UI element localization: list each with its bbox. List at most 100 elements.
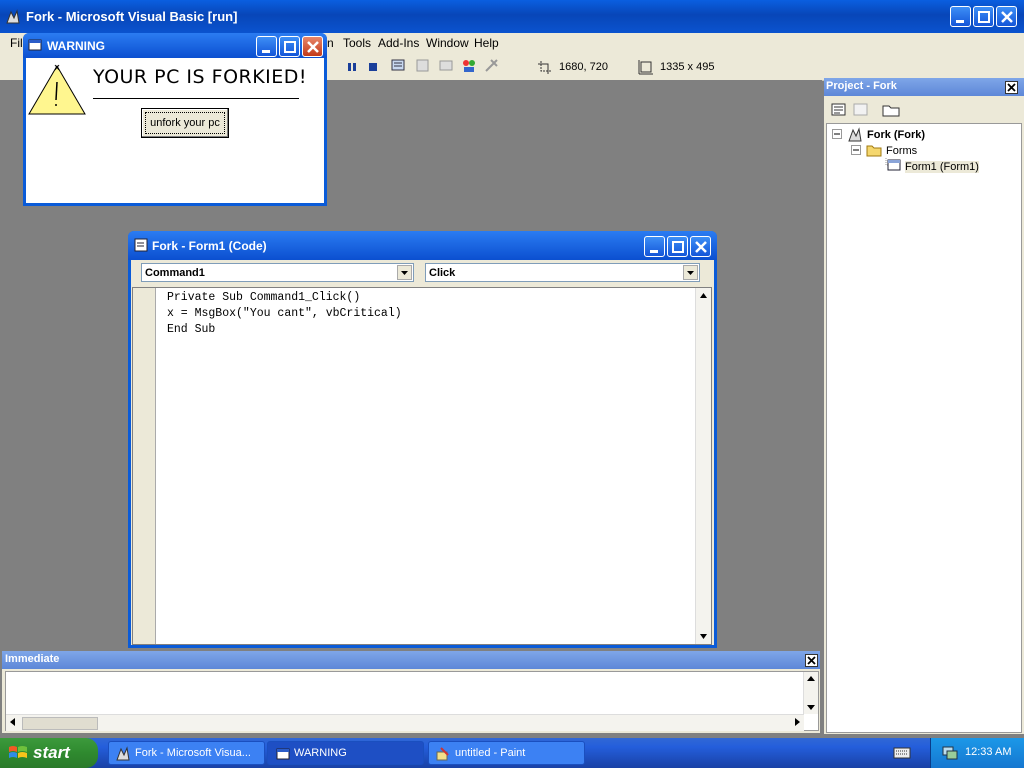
maximize-icon: [284, 41, 296, 53]
task-vb[interactable]: Fork - Microsoft Visua...: [108, 741, 265, 765]
object-browser-icon[interactable]: [460, 57, 478, 75]
close-button[interactable]: [996, 6, 1017, 27]
project-close-button[interactable]: [1005, 81, 1018, 94]
scroll-right-icon[interactable]: [790, 715, 804, 729]
pause-icon[interactable]: [346, 61, 358, 73]
view-object-icon[interactable]: [853, 102, 869, 118]
project-tree: Fork (Fork) Forms Form1 (Form1): [826, 123, 1022, 733]
scroll-up-icon[interactable]: [696, 288, 711, 303]
margin-indicator-bar[interactable]: [133, 288, 156, 644]
network-icon[interactable]: [941, 745, 959, 761]
menu-help[interactable]: Help: [474, 36, 499, 50]
project-icon: [848, 127, 862, 142]
maximize-button[interactable]: [973, 6, 994, 27]
code-line[interactable]: End Sub: [167, 323, 215, 336]
size-icon: [638, 60, 653, 75]
code-maximize-button[interactable]: [667, 236, 688, 257]
menu-file[interactable]: Fil: [10, 36, 23, 50]
toolbox-icon[interactable]: [483, 57, 501, 75]
view-code-icon[interactable]: [831, 102, 847, 118]
minimize-icon: [650, 250, 658, 253]
scroll-thumb[interactable]: [22, 717, 98, 730]
object-combo-value: Command1: [145, 267, 205, 279]
close-icon: [695, 241, 707, 253]
project-header: Project - Fork: [824, 78, 1024, 96]
minimize-button[interactable]: [950, 6, 971, 27]
procedure-combo-arrow[interactable]: [683, 265, 698, 280]
form-icon: [28, 39, 42, 51]
menu-add-ins[interactable]: Add-Ins: [378, 36, 419, 50]
unfork-button-label: unfork your pc: [145, 112, 225, 134]
immediate-close-button[interactable]: [805, 654, 818, 667]
code-form-icon: [134, 238, 148, 252]
position-readout: 1680, 720: [559, 61, 608, 73]
task-warning[interactable]: WARNING: [267, 741, 424, 765]
menu-window[interactable]: Window: [426, 36, 469, 50]
taskbar: start Fork - Microsoft Visua... WARNING …: [0, 738, 1024, 768]
close-icon: [1007, 83, 1016, 92]
form-icon: [887, 159, 901, 171]
immediate-input[interactable]: [5, 671, 819, 731]
maximize-icon: [978, 11, 990, 23]
scroll-down-icon[interactable]: [804, 700, 818, 714]
close-icon: [1001, 11, 1013, 23]
procedure-combo-value: Click: [429, 267, 456, 279]
scroll-left-icon[interactable]: [6, 715, 20, 729]
keyboard-icon[interactable]: [893, 746, 911, 760]
object-combo[interactable]: Command1: [141, 263, 414, 282]
main-window-title: Fork - Microsoft Visual Basic [run]: [26, 9, 238, 24]
warning-maximize-button[interactable]: [279, 36, 300, 57]
code-line[interactable]: Private Sub Command1_Click(): [167, 291, 360, 304]
code-editor[interactable]: Private Sub Command1_Click() x = MsgBox(…: [132, 287, 712, 645]
code-window-body: Command1 Click Private Sub Command1_Clic…: [131, 260, 714, 645]
task-paint-label: untitled - Paint: [455, 747, 526, 759]
code-line[interactable]: x = MsgBox("You cant", vbCritical): [167, 307, 402, 320]
warning-divider-line: [93, 98, 299, 99]
project-explorer: Project - Fork Fork (Fork) Forms Form1 (…: [824, 78, 1024, 734]
warning-title-bar[interactable]: WARNING: [23, 33, 327, 58]
tree-item-form1[interactable]: Form1 (Form1): [905, 161, 979, 173]
vb-app-icon: [6, 9, 20, 24]
scroll-down-icon[interactable]: [696, 629, 711, 644]
warning-minimize-button[interactable]: [256, 36, 277, 57]
warning-close-button[interactable]: [302, 36, 323, 57]
immediate-vertical-scrollbar[interactable]: [803, 672, 818, 714]
code-close-button[interactable]: [690, 236, 711, 257]
tree-item-project[interactable]: Fork (Fork): [867, 129, 925, 141]
immediate-horizontal-scrollbar[interactable]: [6, 714, 804, 731]
start-button[interactable]: start: [0, 738, 98, 768]
immediate-window: Immediate: [2, 651, 820, 733]
vb-app-icon: [116, 746, 130, 761]
close-icon: [307, 41, 319, 53]
form-layout-icon[interactable]: [437, 57, 455, 75]
menu-tools[interactable]: Tools: [343, 36, 371, 50]
project-explorer-icon[interactable]: [390, 57, 408, 75]
code-window-title: Fork - Form1 (Code): [152, 239, 267, 253]
code-title-bar[interactable]: Fork - Form1 (Code): [128, 231, 717, 260]
scroll-up-icon[interactable]: [804, 672, 818, 686]
close-icon: [807, 656, 816, 665]
collapse-icon[interactable]: [832, 129, 843, 140]
toggle-folders-icon[interactable]: [882, 102, 900, 118]
code-vertical-scrollbar[interactable]: [695, 288, 711, 644]
code-minimize-button[interactable]: [644, 236, 665, 257]
immediate-title: Immediate: [5, 653, 60, 665]
size-readout: 1335 x 495: [660, 61, 715, 73]
form-icon: [276, 748, 290, 760]
stop-icon[interactable]: [367, 61, 379, 73]
folder-open-icon: [866, 145, 882, 157]
project-title: Project - Fork: [826, 80, 897, 92]
task-paint[interactable]: untitled - Paint: [428, 741, 585, 765]
tree-item-forms[interactable]: Forms: [886, 145, 917, 157]
maximize-icon: [672, 241, 684, 253]
properties-icon[interactable]: [414, 57, 432, 75]
warning-message: YOUR PC IS FORKIED!: [93, 66, 308, 88]
menu-run[interactable]: n: [327, 36, 334, 50]
object-combo-arrow[interactable]: [397, 265, 412, 280]
warning-window: WARNING YOUR PC IS FORKIED! unfork your …: [23, 33, 327, 206]
immediate-header: Immediate: [2, 651, 820, 669]
windows-logo-icon: [9, 746, 27, 758]
procedure-combo[interactable]: Click: [425, 263, 700, 282]
unfork-button[interactable]: unfork your pc: [141, 108, 229, 138]
collapse-icon[interactable]: [851, 145, 862, 156]
